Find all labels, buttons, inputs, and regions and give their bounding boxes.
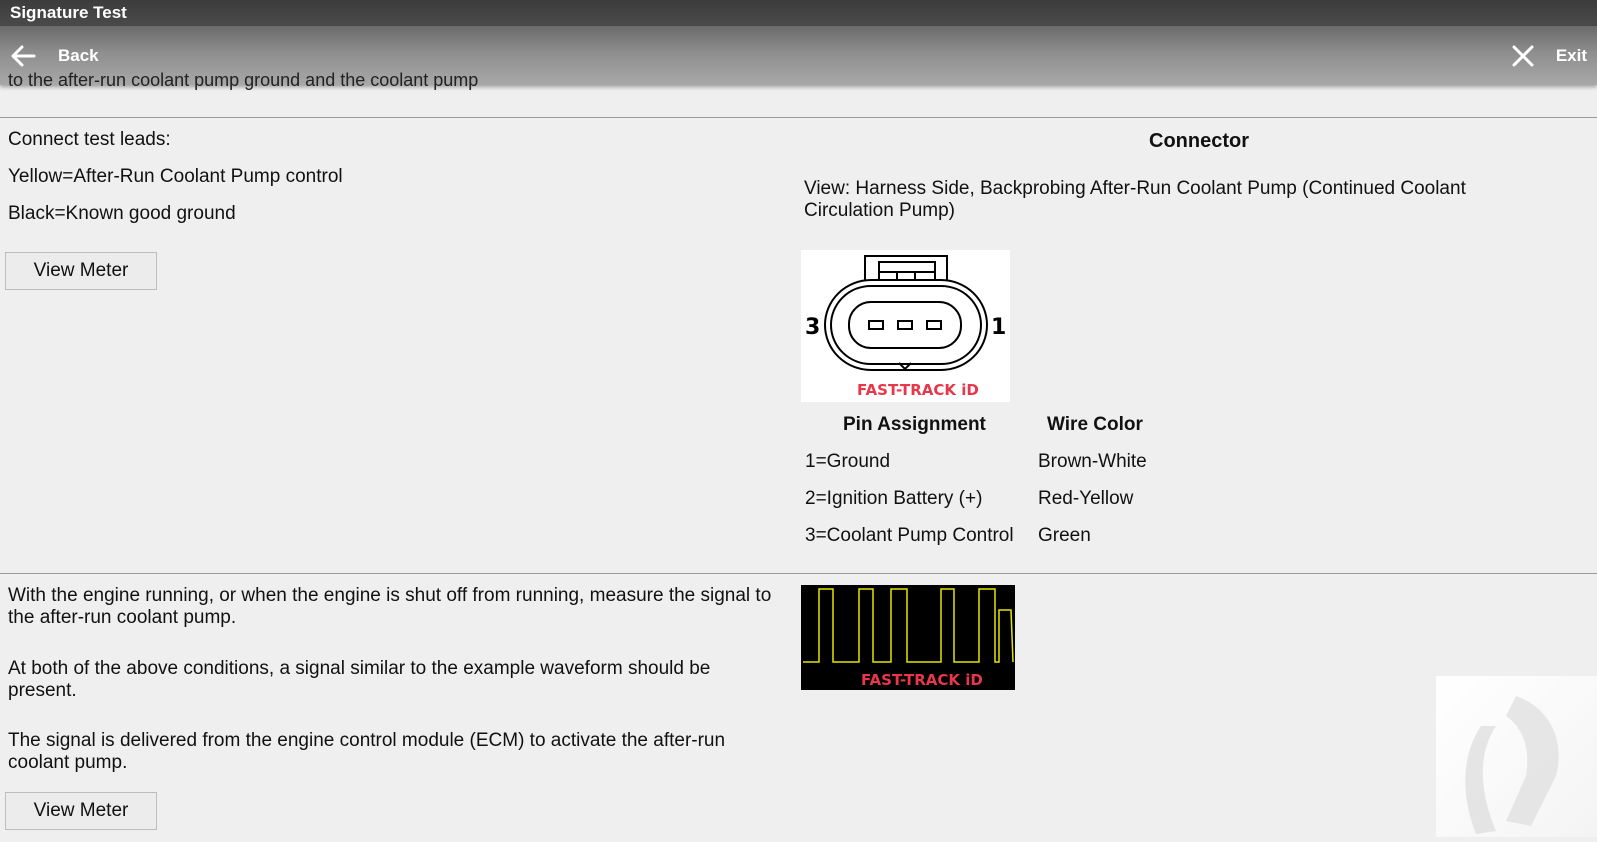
instruction-para-3: The signal is delivered from the engine … — [8, 730, 726, 773]
example-waveform: FAST-TRACK iD — [801, 585, 1015, 690]
connector-heading: Connector — [1149, 130, 1249, 152]
divider — [0, 573, 1597, 574]
lead-black: Black=Known good ground — [8, 203, 236, 224]
pin-row-1-color: Brown-White — [1038, 451, 1147, 472]
clipped-instruction-text: to the after-run coolant pump ground and… — [8, 70, 479, 90]
pin-row-3-pin: 3=Coolant Pump Control — [805, 525, 1014, 546]
instruction-para-1: With the engine running, or when the eng… — [8, 585, 772, 628]
decorative-probe-graphic — [1436, 676, 1597, 837]
pin-assignment-header: Pin Assignment — [843, 414, 986, 435]
pin-label-right: 1 — [991, 315, 1006, 340]
exit-label: Exit — [1555, 45, 1587, 65]
back-label: Back — [58, 45, 99, 65]
pin-row-2-pin: 2=Ignition Battery (+) — [805, 488, 983, 509]
arrow-left-icon — [11, 45, 36, 66]
wire-color-header: Wire Color — [1047, 414, 1143, 435]
leads-heading: Connect test leads: — [8, 129, 171, 150]
exit-button[interactable]: Exit — [1512, 26, 1587, 85]
view-meter-button-2[interactable]: View Meter — [5, 792, 157, 830]
pin-row-3-color: Green — [1038, 525, 1091, 546]
pin-row-2-color: Red-Yellow — [1038, 488, 1134, 509]
pin-row-1-pin: 1=Ground — [805, 451, 891, 472]
waveform-logo: FAST-TRACK iD — [861, 671, 983, 689]
view-meter-button[interactable]: View Meter — [5, 252, 157, 290]
connector-view-text: View: Harness Side, Backprobing After-Ru… — [804, 178, 1466, 221]
pin-label-left: 3 — [805, 315, 820, 340]
instruction-para-2: At both of the above conditions, a signa… — [8, 658, 711, 701]
close-icon — [1512, 45, 1534, 66]
fast-track-logo: FAST-TRACK iD — [857, 381, 979, 399]
connector-diagram: 3 1 FAST-TRACK iD — [801, 250, 1010, 402]
lead-yellow: Yellow=After-Run Coolant Pump control — [8, 166, 343, 187]
divider — [0, 117, 1597, 118]
window-title: Signature Test — [0, 0, 1597, 26]
